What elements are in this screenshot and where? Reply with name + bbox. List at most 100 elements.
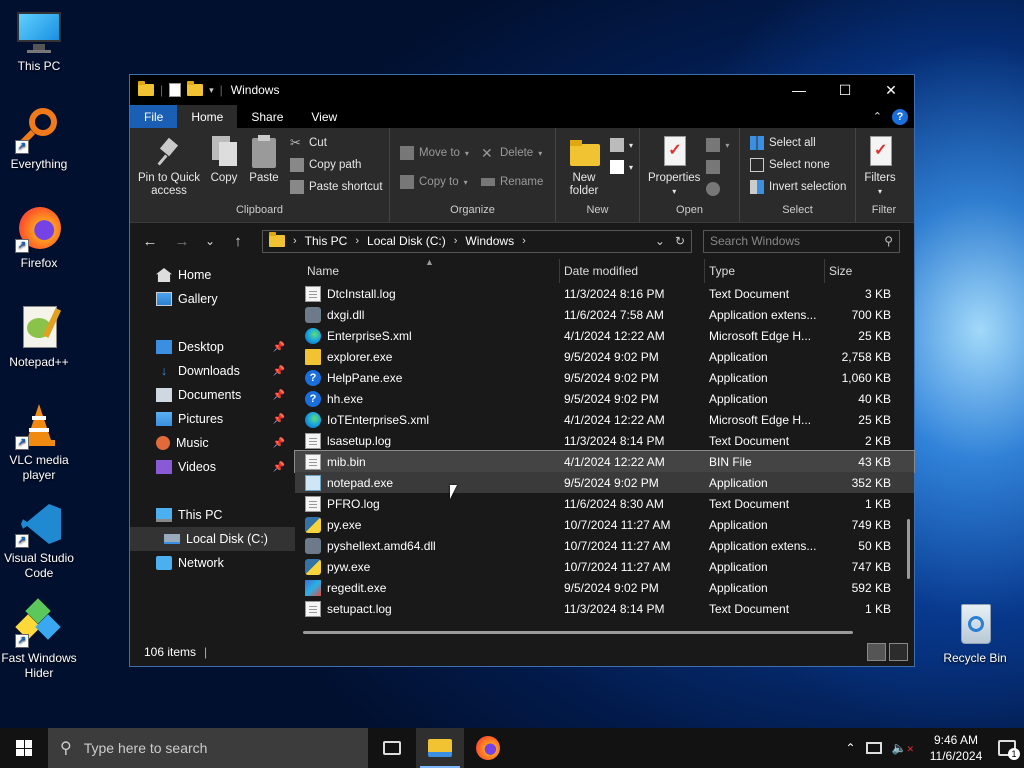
breadcrumb-this-pc[interactable]: This PC [305, 234, 348, 248]
tab-home[interactable]: Home [177, 105, 238, 128]
invert-selection-button[interactable]: Invert selection [750, 178, 846, 196]
nav-item-network[interactable]: Network [130, 551, 295, 575]
column-header-size[interactable]: Size [825, 259, 895, 283]
select-none-button[interactable]: Select none [750, 156, 846, 174]
history-button[interactable] [706, 180, 729, 198]
start-button[interactable] [0, 728, 48, 768]
cut-button[interactable]: ✂ Cut [290, 134, 383, 152]
close-button[interactable]: ✕ [868, 75, 914, 105]
breadcrumb-local-disk[interactable]: Local Disk (C:) [367, 234, 446, 248]
table-row[interactable]: setupact.log 11/3/2024 8:14 PM Text Docume… [295, 598, 914, 619]
taskbar-firefox[interactable] [464, 728, 512, 768]
pin-icon[interactable]: 📌 [273, 438, 285, 449]
delete-button[interactable]: ✕ Delete ▾ [481, 144, 543, 162]
desktop-icon-fast-windows-hider[interactable]: ↗ Fast Windows Hider [1, 598, 77, 681]
properties-icon[interactable] [169, 83, 182, 97]
pin-icon[interactable]: 📌 [273, 342, 285, 353]
vertical-scrollbar[interactable] [907, 519, 910, 579]
forward-button[interactable]: → [168, 229, 196, 253]
desktop-icon-vscode[interactable]: ↗ Visual Studio Code [1, 500, 77, 581]
table-row[interactable]: dxgi.dll 11/6/2024 7:58 AM Application ext… [295, 304, 914, 325]
details-view-button[interactable] [867, 643, 886, 661]
table-row[interactable]: explorer.exe 9/5/2024 9:02 PM Application 2… [295, 346, 914, 367]
table-row[interactable]: DtcInstall.log 11/3/2024 8:16 PM Text Docu… [295, 283, 914, 304]
nav-item-videos[interactable]: Videos 📌 [130, 455, 295, 479]
table-row[interactable]: mib.bin 4/1/2024 12:22 AM BIN File 43 KB [294, 450, 915, 473]
column-header-date[interactable]: Date modified [560, 259, 705, 283]
collapse-ribbon-icon[interactable]: ⌃ [873, 110, 882, 123]
select-all-button[interactable]: Select all [750, 134, 846, 152]
move-to-button[interactable]: Move to ▾ [400, 144, 469, 162]
pin-to-quick-access-button[interactable]: Pin to Quick access [134, 132, 204, 204]
copy-path-button[interactable]: Copy path [290, 156, 383, 174]
nav-item-downloads[interactable]: ↓ Downloads 📌 [130, 359, 295, 383]
up-button[interactable]: ↑ [224, 229, 252, 253]
open-button[interactable]: ▾ [706, 136, 729, 154]
clock[interactable]: 9:46 AM 11/6/2024 [924, 732, 988, 764]
recent-locations-button[interactable]: ⌄ [200, 229, 220, 253]
table-row[interactable]: notepad.exe 9/5/2024 9:02 PM Application 35… [295, 472, 914, 493]
edit-button[interactable] [706, 158, 729, 176]
taskbar-search-box[interactable]: ⚲ Type here to search [48, 728, 368, 768]
tab-file[interactable]: File [130, 105, 178, 128]
customize-toolbar-icon[interactable]: ▾ [209, 85, 214, 96]
nav-item-this-pc[interactable]: This PC [130, 503, 295, 527]
address-bar[interactable]: › This PC › Local Disk (C:) › Windows › … [262, 229, 692, 253]
network-status-icon[interactable] [865, 742, 882, 754]
refresh-icon[interactable]: ↻ [675, 234, 685, 248]
properties-button[interactable]: ✓ Properties ▾ [644, 132, 704, 204]
breadcrumb-windows[interactable]: Windows [465, 234, 514, 248]
filters-button[interactable]: ✓ Filters ▾ [860, 132, 900, 204]
desktop-icon-firefox[interactable]: ↗ Firefox [1, 205, 77, 271]
new-folder-icon[interactable] [187, 81, 204, 96]
easy-access-button[interactable]: ▾ [610, 158, 633, 176]
address-history-dropdown-icon[interactable]: ⌄ [655, 234, 665, 248]
table-row[interactable]: py.exe 10/7/2024 11:27 AM Application 749 K… [295, 514, 914, 535]
search-input[interactable]: Search Windows ⚲ [703, 229, 900, 253]
show-hidden-icons-button[interactable]: ⌃ [845, 741, 855, 755]
minimize-button[interactable]: — [776, 75, 822, 105]
table-row[interactable]: regedit.exe 9/5/2024 9:02 PM Application 59… [295, 577, 914, 598]
table-row[interactable]: EnterpriseS.xml 4/1/2024 12:22 AM Microsof… [295, 325, 914, 346]
desktop-icon-this-pc[interactable]: This PC [1, 8, 77, 74]
copy-button[interactable]: Copy [204, 132, 244, 204]
table-row[interactable]: lsasetup.log 11/3/2024 8:14 PM Text Docume… [295, 430, 914, 451]
nav-item-pictures[interactable]: Pictures 📌 [130, 407, 295, 431]
nav-item-home[interactable]: Home [130, 263, 295, 287]
horizontal-scrollbar[interactable] [303, 631, 853, 634]
table-row[interactable]: PFRO.log 11/6/2024 8:30 AM Text Document 1 … [295, 493, 914, 514]
copy-to-button[interactable]: Copy to ▾ [400, 173, 469, 191]
paste-button[interactable]: Paste [244, 132, 284, 204]
desktop-icon-notepadpp[interactable]: Notepad++ [1, 304, 77, 370]
pin-icon[interactable]: 📌 [273, 462, 285, 473]
back-button[interactable]: ← [136, 229, 164, 253]
large-icons-view-button[interactable] [889, 643, 908, 661]
nav-item-local-disk[interactable]: Local Disk (C:) [130, 527, 295, 551]
table-row[interactable]: pyw.exe 10/7/2024 11:27 AM Application 747 … [295, 556, 914, 577]
volume-muted-icon[interactable]: 🔈✕ [892, 741, 915, 755]
paste-shortcut-button[interactable]: Paste shortcut [290, 178, 383, 196]
new-folder-button[interactable]: New folder [560, 132, 608, 204]
new-item-button[interactable]: ▾ [610, 136, 633, 154]
rename-button[interactable]: Rename [480, 173, 543, 191]
desktop-icon-everything[interactable]: ↗ Everything [1, 106, 77, 172]
table-row[interactable]: ? hh.exe 9/5/2024 9:02 PM Application 40 KB [295, 388, 914, 409]
tab-share[interactable]: Share [237, 105, 297, 128]
table-row[interactable]: ? HelpPane.exe 9/5/2024 9:02 PM Application… [295, 367, 914, 388]
nav-item-desktop[interactable]: Desktop 📌 [130, 335, 295, 359]
desktop-icon-recycle-bin[interactable]: Recycle Bin [937, 600, 1013, 666]
notifications-icon[interactable]: 1 [998, 740, 1020, 760]
tab-view[interactable]: View [297, 105, 351, 128]
pin-icon[interactable]: 📌 [273, 366, 285, 377]
pin-icon[interactable]: 📌 [273, 390, 285, 401]
taskbar-file-explorer[interactable] [416, 728, 464, 768]
nav-item-gallery[interactable]: Gallery [130, 287, 295, 311]
table-row[interactable]: pyshellext.amd64.dll 10/7/2024 11:27 AM Ap… [295, 535, 914, 556]
help-icon[interactable]: ? [892, 108, 908, 125]
desktop-icon-vlc[interactable]: ↗ VLC media player [1, 402, 77, 483]
maximize-button[interactable]: ☐ [822, 75, 868, 105]
task-view-button[interactable] [368, 728, 416, 768]
nav-item-music[interactable]: Music 📌 [130, 431, 295, 455]
nav-item-documents[interactable]: Documents 📌 [130, 383, 295, 407]
table-row[interactable]: IoTEnterpriseS.xml 4/1/2024 12:22 AM Micro… [295, 409, 914, 430]
